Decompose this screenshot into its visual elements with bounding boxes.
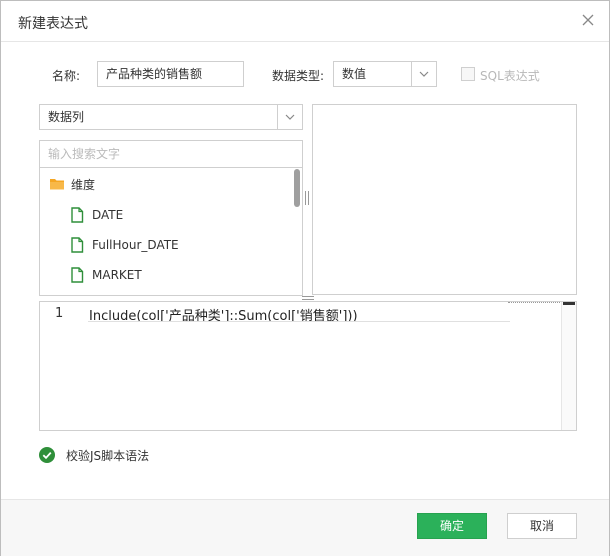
dialog-header: 新建表达式 bbox=[1, 1, 609, 42]
name-input[interactable]: 产品种类的销售额 bbox=[97, 61, 244, 87]
line-number: 1 bbox=[55, 306, 64, 321]
source-select-value: 数据列 bbox=[48, 110, 85, 124]
editor-minimap bbox=[508, 302, 564, 306]
horizontal-splitter[interactable] bbox=[302, 296, 314, 300]
current-line-highlight bbox=[88, 321, 510, 322]
confirm-button[interactable]: 确定 bbox=[417, 513, 487, 539]
chevron-down-icon bbox=[285, 114, 295, 120]
sql-expression-checkbox[interactable] bbox=[461, 67, 475, 81]
data-type-label: 数据类型: bbox=[272, 69, 325, 83]
tree-item-label: FullHour_DATE bbox=[92, 238, 179, 252]
data-type-select[interactable]: 数值 bbox=[333, 61, 437, 87]
data-type-dropdown-toggle[interactable] bbox=[411, 62, 436, 86]
sql-expression-label: SQL表达式 bbox=[480, 69, 540, 83]
tree-item-label: DATE bbox=[92, 208, 124, 222]
function-panel bbox=[312, 104, 577, 295]
document-icon bbox=[71, 207, 84, 223]
editor-scrollbar-thumb[interactable] bbox=[563, 302, 575, 305]
validate-js-syntax[interactable]: 校验JS脚本语法 bbox=[39, 447, 149, 463]
data-type-value: 数值 bbox=[342, 67, 367, 81]
check-circle-icon bbox=[39, 447, 55, 463]
name-label: 名称: bbox=[52, 69, 81, 83]
new-expression-dialog: 新建表达式 名称: 产品种类的销售额 数据类型: 数值 SQL表达式 数据列 输… bbox=[0, 0, 610, 556]
document-icon bbox=[71, 237, 84, 253]
validate-label: 校验JS脚本语法 bbox=[66, 449, 150, 463]
column-search-input[interactable]: 输入搜索文字 bbox=[39, 140, 303, 168]
tree-scrollbar[interactable] bbox=[294, 169, 300, 207]
expression-editor[interactable]: 1 Include(col['产品种类']::Sum(col['销售额'])) bbox=[39, 301, 577, 431]
document-icon bbox=[71, 267, 84, 283]
editor-scrollbar[interactable] bbox=[561, 302, 576, 430]
close-icon bbox=[582, 14, 594, 26]
cancel-button[interactable]: 取消 bbox=[507, 513, 577, 539]
folder-icon bbox=[50, 179, 64, 190]
tree-folder-label: 维度 bbox=[71, 178, 96, 192]
dialog-title: 新建表达式 bbox=[18, 16, 88, 32]
dialog-footer: 确定 取消 bbox=[1, 499, 609, 556]
source-select[interactable]: 数据列 bbox=[39, 104, 303, 130]
tree-item-label: MARKET bbox=[92, 268, 142, 282]
chevron-down-icon bbox=[419, 71, 429, 77]
close-button[interactable] bbox=[581, 13, 595, 27]
vertical-splitter[interactable] bbox=[305, 191, 309, 205]
source-dropdown-toggle[interactable] bbox=[277, 105, 302, 129]
